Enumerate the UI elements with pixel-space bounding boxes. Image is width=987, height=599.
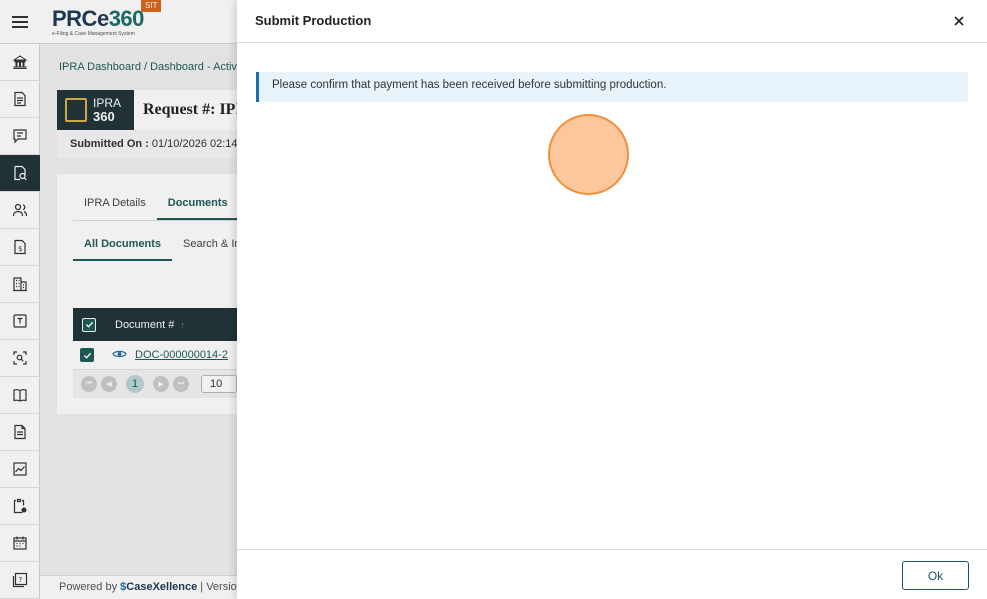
info-alert: Please confirm that payment has been rec… xyxy=(256,72,968,102)
close-button[interactable] xyxy=(949,11,969,31)
submit-production-dialog: Submit Production Please confirm that pa… xyxy=(237,0,987,599)
click-indicator xyxy=(548,114,629,195)
dialog-title: Submit Production xyxy=(255,13,372,28)
ok-button[interactable]: Ok xyxy=(902,561,969,590)
dialog-footer: Ok xyxy=(237,549,987,599)
dialog-header: Submit Production xyxy=(237,0,987,43)
close-icon xyxy=(954,16,964,26)
